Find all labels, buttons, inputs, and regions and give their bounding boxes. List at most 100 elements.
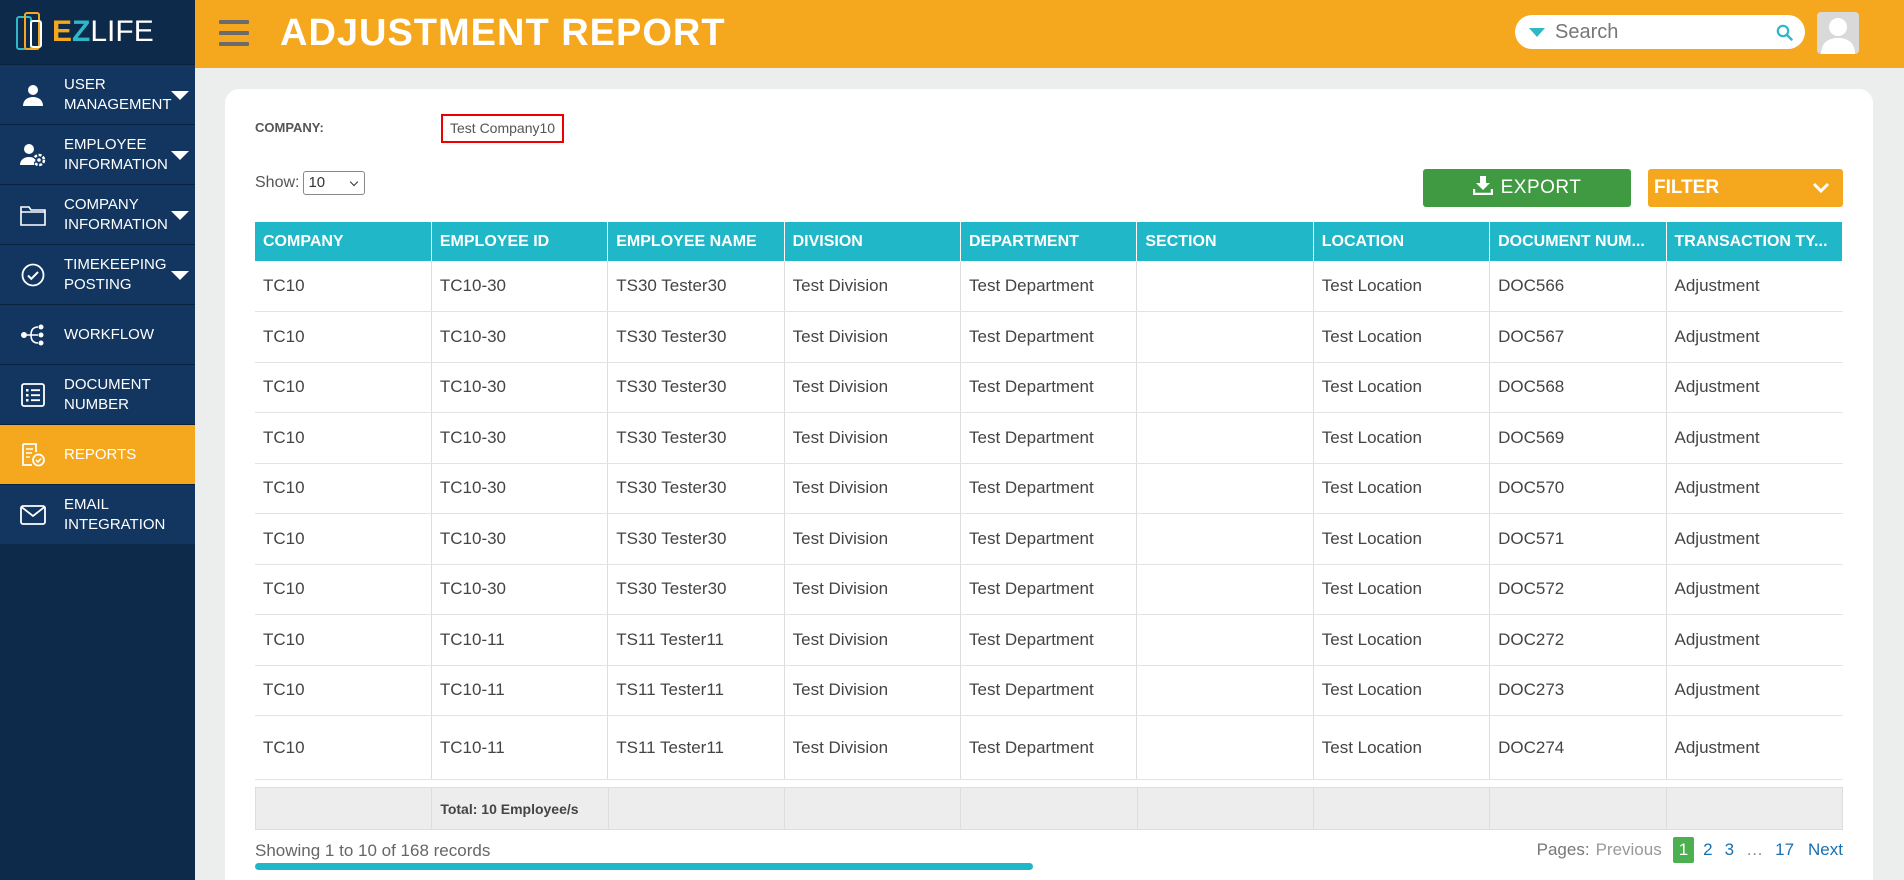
table-cell: Test Division [784,463,962,514]
table-row[interactable]: TC10 TC10-30 TS30 Tester30 Test Division Tes… [255,412,1843,464]
folder-icon [20,202,46,228]
page-link-last[interactable]: 17 [1775,840,1794,860]
table-cell: Test Location [1313,362,1491,413]
column-header[interactable]: DIVISION [784,222,962,261]
table-cell: Adjustment [1666,614,1843,666]
table-row[interactable]: TC10 TC10-11 TS11 Tester11 Test Division Tes… [255,715,1843,780]
table-cell: Adjustment [1666,463,1843,514]
column-header[interactable]: COMPANY [255,222,432,261]
column-header[interactable]: SECTION [1136,222,1314,261]
table-row[interactable]: TC10 TC10-30 TS30 Tester30 Test Division Tes… [255,362,1843,413]
column-header[interactable]: TRANSACTION TY... [1666,222,1843,261]
sidebar-item-user-management[interactable]: USER MANAGEMENT [0,64,195,124]
sidebar-item-label: TIMEKEEPING POSTING [64,255,167,293]
caret-down-icon [171,151,189,160]
table-cell: Test Department [960,614,1138,666]
table-row[interactable]: TC10 TC10-30 TS30 Tester30 Test Division Tes… [255,261,1843,312]
page-link-2[interactable]: 2 [1703,840,1712,860]
table-cell: DOC567 [1489,311,1667,363]
totals-cell [783,787,962,830]
page-size-select[interactable]: 10 [303,171,366,195]
table-row[interactable]: TC10 TC10-11 TS11 Tester11 Test Division Tes… [255,614,1843,666]
totals-cell [254,787,433,830]
column-header[interactable]: DOCUMENT NUM... [1489,222,1667,261]
table-row[interactable]: TC10 TC10-11 TS11 Tester11 Test Division Tes… [255,665,1843,716]
table-cell: Test Division [784,665,962,716]
table-cell: TC10 [255,715,432,780]
table-cell: TC10 [255,261,432,312]
sidebar-item-workflow[interactable]: WORKFLOW [0,304,195,364]
table-cell: Test Division [784,564,962,615]
table-cell: TS30 Tester30 [607,412,785,464]
table-cell: DOC569 [1489,412,1667,464]
pagination: Pages: Previous 1 2 3 … 17 Next [1537,837,1843,863]
sidebar-item-document-number[interactable]: DOCUMENT NUMBER [0,364,195,424]
chevron-down-icon [1811,178,1831,204]
table-row[interactable]: TC10 TC10-30 TS30 Tester30 Test Division Tes… [255,564,1843,615]
table-row[interactable]: TC10 TC10-30 TS30 Tester30 Test Division Tes… [255,311,1843,363]
table-cell: TC10-30 [431,412,609,464]
search-icon[interactable] [1776,24,1793,46]
avatar[interactable] [1817,12,1859,54]
sidebar-item-label: EMAIL INTEGRATION [64,495,166,533]
table-cell: TC10-11 [431,665,609,716]
page-link-1[interactable]: 1 [1672,837,1695,863]
sidebar-item-email-integration[interactable]: EMAIL INTEGRATION [0,484,195,544]
table-cell: TC10 [255,412,432,464]
column-header[interactable]: EMPLOYEE ID [431,222,609,261]
table-cell: TS30 Tester30 [607,261,785,312]
table-cell: Adjustment [1666,513,1843,565]
user-icon [20,82,46,108]
table-cell: Test Location [1313,614,1491,666]
hamburger-menu-icon[interactable] [219,20,249,46]
list-icon [20,382,46,408]
table-cell: Test Location [1313,261,1491,312]
table-cell: DOC566 [1489,261,1667,312]
table-row[interactable]: TC10 TC10-30 TS30 Tester30 Test Division Tes… [255,463,1843,514]
page-link-3[interactable]: 3 [1725,840,1734,860]
table-cell: Test Location [1313,463,1491,514]
app-logo[interactable]: EZLIFE [0,0,195,64]
column-header[interactable]: LOCATION [1313,222,1491,261]
table-cell: TC10 [255,311,432,363]
table-cell: Adjustment [1666,362,1843,413]
table-cell: DOC274 [1489,715,1667,780]
filter-button-label: FILTER [1654,177,1720,198]
sidebar-item-employee-information[interactable]: EMPLOYEE INFORMATION [0,124,195,184]
search-scope-dropdown-icon[interactable] [1529,27,1545,37]
table-cell: TC10 [255,614,432,666]
table-cell: Test Department [960,261,1138,312]
next-page-link[interactable]: Next [1808,840,1843,860]
caret-down-icon [171,271,189,280]
search-input[interactable] [1555,20,1755,44]
table-cell: TC10 [255,564,432,615]
table-cell: TC10-11 [431,715,609,780]
pages-label: Pages: [1536,840,1590,859]
table-row[interactable]: TC10 TC10-30 TS30 Tester30 Test Division Tes… [255,513,1843,565]
search-box[interactable] [1515,15,1805,49]
table-cell: TC10-30 [431,564,609,615]
table-cell [1136,362,1314,413]
report-table: COMPANY EMPLOYEE ID EMPLOYEE NAME DIVISION D… [255,222,1843,780]
table-cell: TC10-11 [431,614,609,666]
table-cell: Test Division [784,311,962,363]
column-header[interactable]: DEPARTMENT [960,222,1138,261]
previous-page-link[interactable]: Previous [1596,840,1662,860]
totals-cell [607,787,785,830]
sidebar-item-company-information[interactable]: COMPANY INFORMATION [0,184,195,244]
export-button[interactable]: EXPORT [1423,169,1631,207]
table-cell: DOC571 [1489,513,1667,565]
company-value[interactable]: Test Company10 [441,114,565,143]
table-cell: Test Department [960,311,1138,363]
column-header[interactable]: EMPLOYEE NAME [607,222,785,261]
sidebar-item-label: COMPANY INFORMATION [64,195,168,233]
table-cell: TS11 Tester11 [607,614,785,666]
sidebar-item-timekeeping-posting[interactable]: TIMEKEEPING POSTING [0,244,195,304]
page-title: ADJUSTMENT REPORT [280,12,726,54]
horizontal-scrollbar[interactable] [255,863,1033,870]
sidebar-item-reports[interactable]: REPORTS [0,424,195,484]
filter-button[interactable]: FILTER [1648,169,1843,207]
table-cell: Test Division [784,614,962,666]
table-cell: Adjustment [1666,261,1843,312]
table-cell: Adjustment [1666,311,1843,363]
